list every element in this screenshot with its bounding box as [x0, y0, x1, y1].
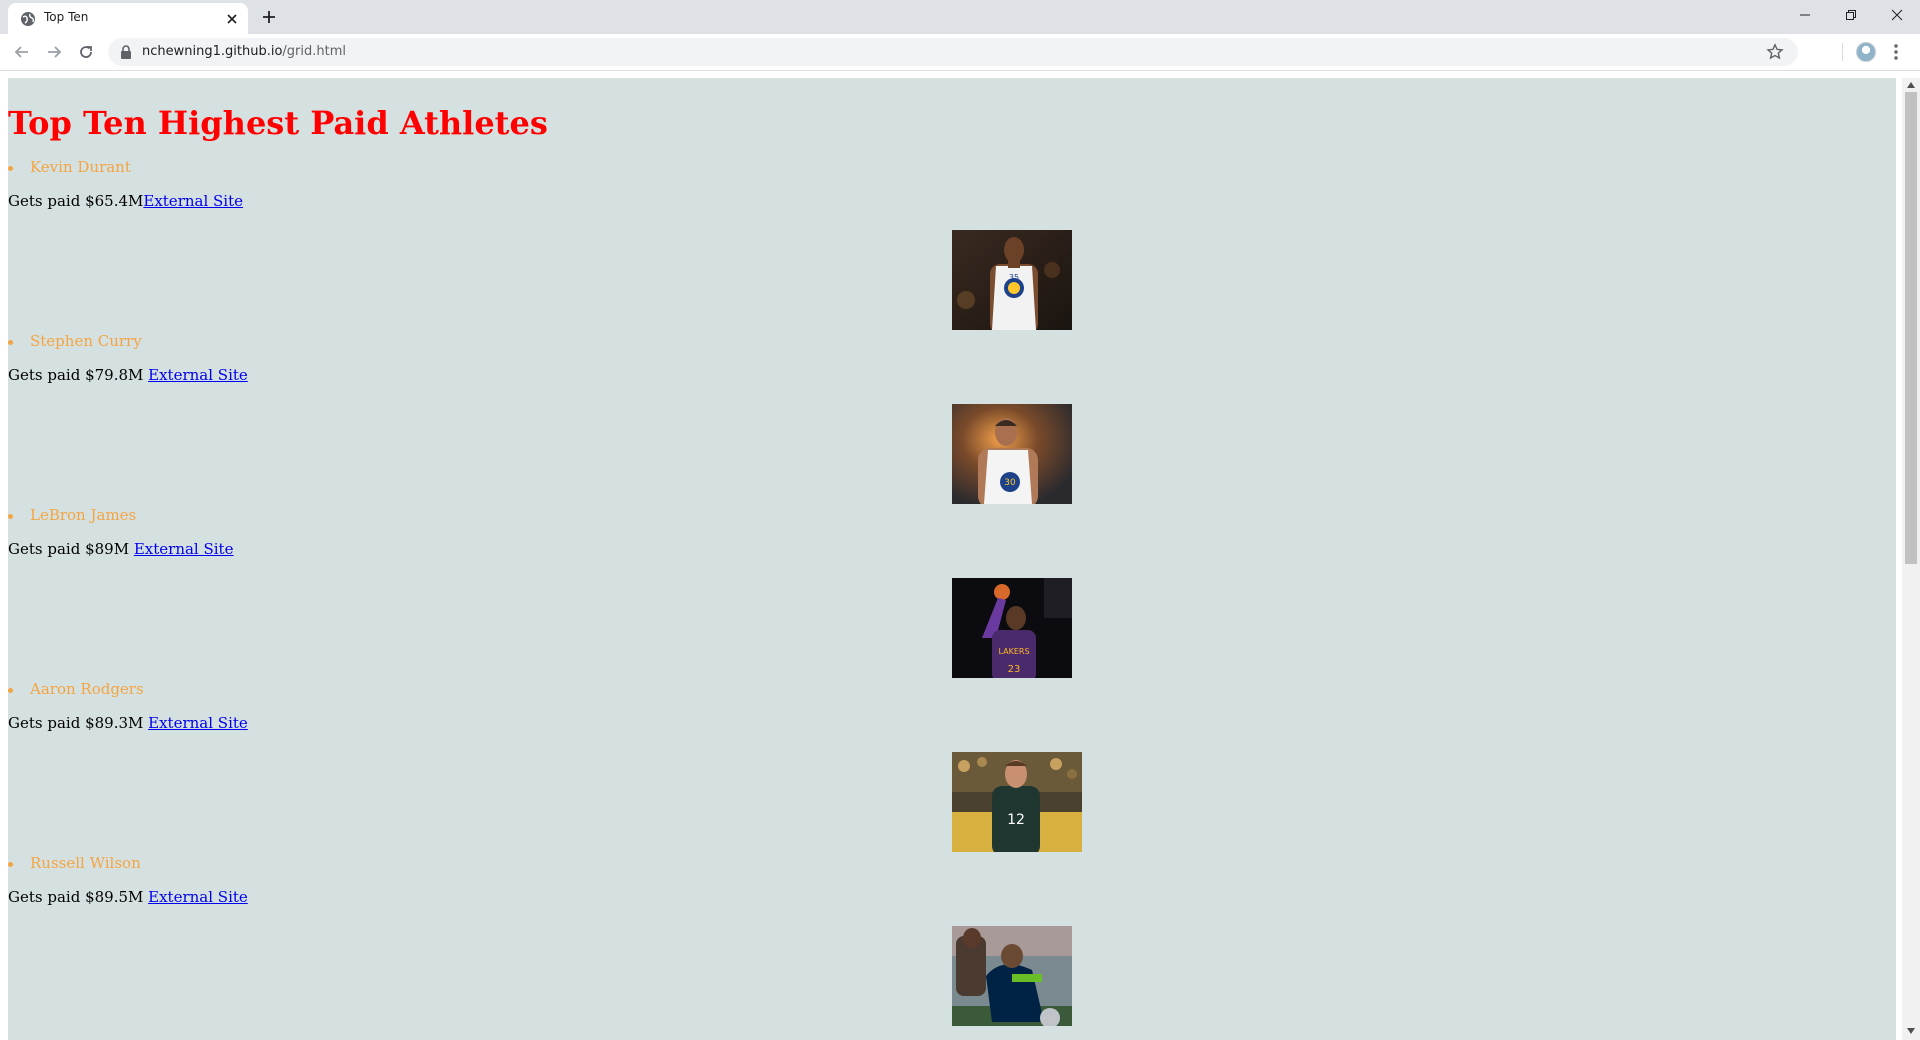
jersey-number: 35 [1009, 273, 1019, 282]
list-bullet [8, 862, 13, 867]
kebab-menu-icon[interactable] [1892, 42, 1900, 62]
reload-icon[interactable] [76, 42, 96, 62]
jersey-number: 23 [1008, 664, 1021, 675]
pay-text: Gets paid $79.8M [8, 366, 149, 384]
athlete-item: Russell Wilson Gets paid $89.5M External… [8, 854, 1896, 1028]
toolbar-divider [1842, 43, 1843, 61]
tab-title: Top Ten [44, 10, 89, 24]
jersey-number: 30 [1004, 478, 1016, 488]
external-site-link[interactable]: External Site [143, 192, 243, 210]
url-text: nchewning1.github.io/grid.html [142, 44, 346, 59]
list-bullet [8, 340, 13, 345]
athlete-photo: LAKERS 23 [952, 578, 1072, 678]
list-bullet [8, 688, 13, 693]
pay-text: Gets paid $89.3M [8, 714, 149, 732]
minimize-button[interactable] [1782, 0, 1828, 30]
url-host: nchewning1.github.io [142, 44, 283, 59]
athlete-photo [952, 926, 1072, 1026]
athlete-item: Aaron Rodgers Gets paid $89.3M External … [8, 680, 1896, 854]
scroll-down-arrow-icon[interactable] [1907, 1028, 1915, 1034]
athlete-item: LeBron James Gets paid $89M External Sit… [8, 506, 1896, 680]
globe-icon [21, 12, 35, 26]
athlete-photo: 30 [952, 404, 1072, 504]
pay-line: Gets paid $89.3M External Site [8, 714, 248, 732]
scrollbar-thumb[interactable] [1905, 92, 1917, 564]
athlete-name: Kevin Durant [30, 158, 131, 176]
athlete-name: LeBron James [30, 506, 137, 524]
forward-arrow-icon[interactable] [44, 42, 64, 62]
pay-text: Gets paid $89M [8, 540, 134, 558]
athlete-photo: 12 [952, 752, 1082, 852]
bookmark-star-icon[interactable] [1766, 43, 1784, 61]
back-arrow-icon[interactable] [12, 42, 32, 62]
athlete-item: Kevin Durant Gets paid $65.4MExternal Si… [8, 158, 1896, 332]
restore-icon [1846, 10, 1856, 20]
close-icon [1891, 9, 1903, 21]
pay-line: Gets paid $79.8M External Site [8, 366, 248, 384]
address-bar[interactable]: nchewning1.github.io/grid.html [108, 38, 1798, 66]
external-site-link[interactable]: External Site [148, 714, 248, 732]
athlete-item: Stephen Curry Gets paid $79.8M External … [8, 332, 1896, 506]
external-site-link[interactable]: External Site [148, 888, 248, 906]
close-tab-icon[interactable] [224, 11, 240, 27]
page-title: Top Ten Highest Paid Athletes [8, 104, 548, 142]
lock-icon[interactable] [120, 45, 132, 59]
athlete-name: Russell Wilson [30, 854, 141, 872]
tab-strip: Top Ten [0, 0, 1920, 34]
athlete-photo: 35 [952, 230, 1072, 330]
list-bullet [8, 514, 13, 519]
athlete-name: Stephen Curry [30, 332, 142, 350]
restore-button[interactable] [1828, 0, 1874, 30]
list-bullet [8, 166, 13, 171]
jersey-number: 12 [1007, 812, 1025, 828]
external-site-link[interactable]: External Site [134, 540, 234, 558]
browser-tab[interactable]: Top Ten [8, 3, 248, 34]
athlete-name: Aaron Rodgers [30, 680, 144, 698]
vertical-scrollbar[interactable] [1902, 78, 1920, 1040]
pay-line: Gets paid $65.4MExternal Site [8, 192, 243, 210]
pay-line: Gets paid $89M External Site [8, 540, 233, 558]
profile-avatar[interactable] [1856, 42, 1876, 62]
pay-text: Gets paid $89.5M [8, 888, 149, 906]
url-path: /grid.html [282, 44, 346, 59]
pay-text: Gets paid $65.4M [8, 192, 144, 210]
browser-toolbar: nchewning1.github.io/grid.html [0, 34, 1920, 71]
close-window-button[interactable] [1874, 0, 1920, 30]
external-site-link[interactable]: External Site [148, 366, 248, 384]
pay-line: Gets paid $89.5M External Site [8, 888, 248, 906]
minimize-icon [1800, 14, 1810, 16]
svg-text:LAKERS: LAKERS [998, 647, 1029, 656]
page-viewport: Top Ten Highest Paid Athletes Kevin Dura… [8, 78, 1896, 1040]
scroll-up-arrow-icon[interactable] [1907, 82, 1915, 88]
new-tab-icon[interactable] [260, 8, 278, 26]
